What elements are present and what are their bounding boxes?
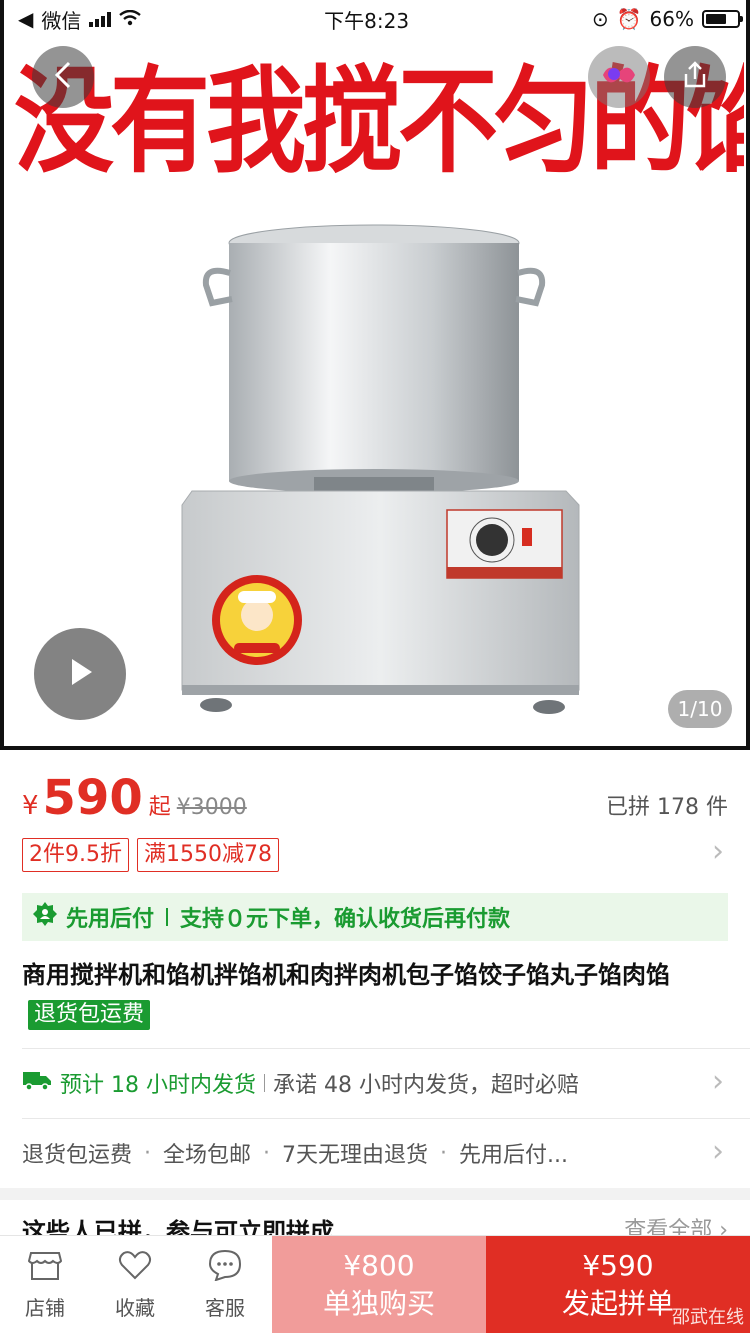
pay-later-banner[interactable]: 先用后付 支持０元下单，确认收货后再付款 xyxy=(22,893,728,941)
chevron-right-icon[interactable]: › xyxy=(712,1134,724,1169)
brand-badge-button[interactable] xyxy=(588,46,650,108)
service-guarantees[interactable]: 退货包运费 · 全场包邮 · 7天无理由退货 · 先用后付... xyxy=(22,1132,662,1174)
buy-alone-button[interactable]: ¥800 单独购买 xyxy=(272,1236,486,1333)
product-image-carousel[interactable]: ◀ 微信 下午8:23 ⊙ ⏰ 66% 没有我搅不匀的馅 1/10 xyxy=(0,0,750,750)
chevron-right-icon[interactable]: › xyxy=(712,1064,724,1099)
divider xyxy=(22,1048,750,1049)
solo-label: 单独购买 xyxy=(322,1287,435,1320)
pay-later-desc: 支持０元下单，确认收货后再付款 xyxy=(180,907,511,932)
back-app-label: 微信 xyxy=(41,8,82,33)
product-title: 商用搅拌机和馅机拌馅机和肉拌肉机包子馅饺子馅丸子馅肉馅退货包运费 xyxy=(22,956,728,1032)
brand-logo-icon xyxy=(599,60,639,94)
play-icon xyxy=(62,654,98,694)
wifi-icon xyxy=(119,7,142,31)
tab-label: 收藏 xyxy=(115,1295,155,1320)
back-to-app-icon[interactable]: ◀ xyxy=(18,7,33,31)
lock-rotation-icon: ⊙ xyxy=(591,7,609,31)
chat-icon xyxy=(208,1249,242,1286)
chevron-left-icon xyxy=(50,60,76,94)
price-suffix: 起 xyxy=(148,795,171,820)
service-item: 全场包邮 xyxy=(163,1143,252,1168)
coupon-full-reduction[interactable]: 满1550减78 xyxy=(137,838,279,872)
original-price: ¥3000 xyxy=(176,795,247,820)
play-video-button[interactable] xyxy=(34,628,126,720)
shipping-row[interactable]: 预计 18 小时内发货 承诺 48 小时内发货，超时必赔 xyxy=(22,1062,728,1104)
service-item: 退货包运费 xyxy=(22,1143,133,1168)
sold-count: 已拼 178 件 xyxy=(606,795,728,820)
share-icon xyxy=(680,60,710,94)
group-price: 590 xyxy=(42,770,143,826)
watermark: 邵武在线 xyxy=(672,1307,744,1328)
chevron-right-icon[interactable]: › xyxy=(712,834,724,869)
product-title-text: 商用搅拌机和馅机拌馅机和肉拌肉机包子馅饺子馅丸子馅肉馅 xyxy=(22,961,670,989)
battery-icon xyxy=(702,10,743,28)
truck-icon xyxy=(22,1069,52,1097)
battery-percent: 66% xyxy=(649,7,694,31)
price-row: ¥ 590 起 ¥3000 已拼 178 件 xyxy=(22,770,728,832)
clock: 下午8:23 xyxy=(324,8,410,33)
tab-favorite[interactable]: 收藏 xyxy=(90,1236,180,1333)
coupon-row[interactable]: 2件9.5折 满1550减78 xyxy=(22,838,728,872)
tab-store[interactable]: 店铺 xyxy=(0,1236,90,1333)
service-item: 先用后付... xyxy=(459,1143,569,1168)
signal-icon xyxy=(89,11,112,27)
shipping-estimate: 预计 18 小时内发货 xyxy=(60,1073,256,1098)
currency-symbol: ¥ xyxy=(22,791,39,821)
mixer-machine-image xyxy=(181,224,580,714)
alarm-icon: ⏰ xyxy=(616,7,642,31)
back-button[interactable] xyxy=(32,46,94,108)
pay-later-divider xyxy=(166,908,169,926)
return-shipping-tag: 退货包运费 xyxy=(28,1000,151,1030)
coupon-discount[interactable]: 2件9.5折 xyxy=(22,838,129,872)
store-icon xyxy=(27,1249,63,1286)
tab-label: 店铺 xyxy=(25,1295,65,1320)
bottom-action-bar: 店铺 收藏 客服 ¥800 单独购买 ¥590 发起拼单 邵武在线 xyxy=(0,1235,750,1333)
image-page-indicator: 1/10 xyxy=(668,690,732,728)
shipping-divider xyxy=(263,1074,265,1092)
share-button[interactable] xyxy=(664,46,726,108)
status-bar: ◀ 微信 下午8:23 ⊙ ⏰ 66% xyxy=(4,0,746,38)
tab-label: 客服 xyxy=(205,1295,245,1320)
tab-customer-service[interactable]: 客服 xyxy=(180,1236,270,1333)
group-buy-label: 发起拼单 xyxy=(561,1287,674,1320)
solo-price: ¥800 xyxy=(343,1249,415,1282)
section-gap xyxy=(0,1188,750,1200)
pay-later-icon xyxy=(32,901,58,933)
shipping-promise: 承诺 48 小时内发货，超时必赔 xyxy=(272,1073,579,1098)
service-item: 7天无理由退货 xyxy=(282,1143,429,1168)
pay-later-label: 先用后付 xyxy=(66,907,155,932)
group-buy-price: ¥590 xyxy=(582,1249,654,1282)
heart-icon xyxy=(118,1249,152,1286)
divider xyxy=(22,1118,750,1119)
